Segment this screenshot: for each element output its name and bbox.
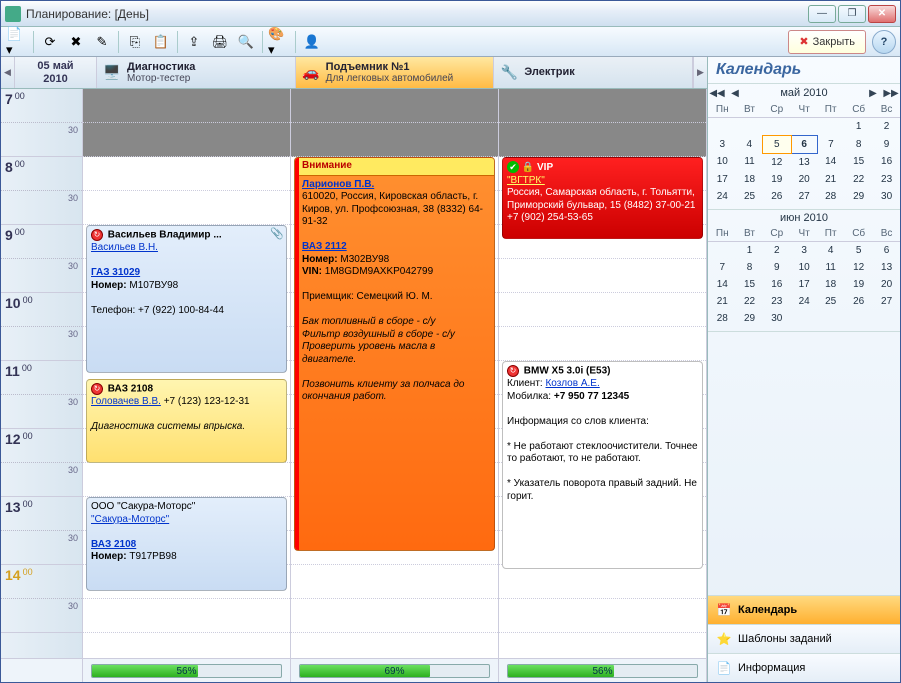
appointment-vaz2108[interactable]: ↻ ВАЗ 2108 Головачев В.В. +7 (123) 123-1… (86, 379, 287, 463)
print-button[interactable]: 🖨 (208, 30, 232, 54)
resource-header-lift[interactable]: 🚗 Подъемник №1Для легковых автомобилей (296, 57, 495, 88)
monitor-icon: 🖥️ (101, 62, 123, 84)
car-lift-icon: 🚗 (300, 62, 322, 84)
appointment-bmw[interactable]: ↻ BMW X5 3.0i (E53) Клиент: Козлов А.Е. … (502, 361, 703, 569)
date-header[interactable]: 05 май2010 (15, 57, 97, 88)
export-button[interactable]: ⇪ (182, 30, 206, 54)
color-dropdown[interactable]: 🎨▾ (267, 30, 291, 54)
close-label: Закрыть (813, 36, 855, 48)
appointment-vip[interactable]: ✔ 🔒 VIP "ВГТРК" Россия, Самарская област… (502, 157, 703, 239)
column-diagnostics[interactable]: 📎 ↻ Васильев Владимир ... Васильев В.Н. … (83, 89, 291, 658)
calendar-icon: 📅 (716, 602, 732, 618)
column-lift[interactable]: Внимание Ларионов П.В. 610020, Россия, К… (291, 89, 499, 658)
load-bar-lift: 69% (299, 664, 490, 678)
close-icon: ✖ (799, 35, 808, 48)
column-electric[interactable]: ✔ 🔒 VIP "ВГТРК" Россия, Самарская област… (499, 89, 707, 658)
calendar-grid-may[interactable]: ПнВтСрЧтПтСбВс12345678910111213141516171… (708, 102, 900, 205)
window-title: Планирование: [День] (26, 7, 808, 21)
load-bar-electric: 56% (507, 664, 698, 678)
minimize-button[interactable]: — (808, 5, 836, 23)
appointment-sakura[interactable]: ООО "Сакура-Моторс" "Сакура-Моторс" ВАЗ … (86, 497, 287, 591)
cal-next-month[interactable]: ▶ (866, 86, 880, 100)
preview-button[interactable]: 🔍 (234, 30, 258, 54)
resource-header-diagnostics[interactable]: 🖥️ ДиагностикаМотор-тестер (97, 57, 296, 88)
view-dropdown[interactable]: 📄▾ (5, 30, 29, 54)
scheduler: ◀ 05 май2010 🖥️ ДиагностикаМотор-тестер … (1, 57, 708, 682)
sidebar: Календарь ◀◀ ◀ май 2010 ▶ ▶▶ ПнВтСрЧтПтС… (708, 57, 900, 682)
sidebar-item-calendar[interactable]: 📅 Календарь (708, 595, 900, 624)
template-icon: ⭐ (716, 631, 732, 647)
maximize-button[interactable]: ❐ (838, 5, 866, 23)
refresh-button[interactable]: ⟳ (38, 30, 62, 54)
user-button[interactable]: 👤 (300, 30, 324, 54)
window-close-button[interactable]: ✕ (868, 5, 896, 23)
time-ruler: 70030 80030 90030 100030 110030 120030 1… (1, 89, 83, 658)
cal-next-year[interactable]: ▶▶ (884, 86, 898, 100)
status-icon: ↻ (91, 229, 103, 241)
edit-button[interactable]: ✎ (90, 30, 114, 54)
calendar-may: ◀◀ ◀ май 2010 ▶ ▶▶ ПнВтСрЧтПтСбВс1234567… (708, 84, 900, 210)
prev-date-button[interactable]: ◀ (1, 57, 15, 88)
cal-prev-month[interactable]: ◀ (728, 86, 742, 100)
calendar-jun: июн 2010 ПнВтСрЧтПтСбВс12345678910111213… (708, 210, 900, 332)
next-date-button[interactable]: ▶ (693, 57, 707, 88)
cal-month-label: июн 2010 (710, 212, 898, 224)
calendar-grid-jun[interactable]: ПнВтСрЧтПтСбВс12345678910111213141516171… (708, 226, 900, 327)
appointment-vasilev[interactable]: 📎 ↻ Васильев Владимир ... Васильев В.Н. … (86, 225, 287, 373)
cal-month-label: май 2010 (746, 87, 862, 99)
sidebar-item-templates[interactable]: ⭐ Шаблоны заданий (708, 624, 900, 653)
copy-button[interactable]: ⎘ (123, 30, 147, 54)
titlebar: Планирование: [День] — ❐ ✕ (1, 1, 900, 27)
close-button[interactable]: ✖ Закрыть (788, 30, 866, 54)
status-icon: ↻ (507, 365, 519, 377)
check-icon: ✔ (507, 161, 519, 173)
attachment-icon: 📎 (270, 228, 284, 242)
toolbar: 📄▾ ⟳ ✖ ✎ ⎘ 📋 ⇪ 🖨 🔍 🎨▾ 👤 ✖ Закрыть ? (1, 27, 900, 57)
status-icon: ↻ (91, 383, 103, 395)
paste-button[interactable]: 📋 (149, 30, 173, 54)
load-bar-diagnostics: 56% (91, 664, 282, 678)
scheduler-header: ◀ 05 май2010 🖥️ ДиагностикаМотор-тестер … (1, 57, 707, 89)
app-window: Планирование: [День] — ❐ ✕ 📄▾ ⟳ ✖ ✎ ⎘ 📋 … (0, 0, 901, 683)
sidebar-item-info[interactable]: 📄 Информация (708, 653, 900, 682)
app-icon (5, 6, 21, 22)
lock-icon: 🔒 (522, 162, 534, 173)
delete-button[interactable]: ✖ (64, 30, 88, 54)
cal-prev-year[interactable]: ◀◀ (710, 86, 724, 100)
info-icon: 📄 (716, 660, 732, 676)
appointment-larionov[interactable]: Внимание Ларионов П.В. 610020, Россия, К… (294, 157, 495, 551)
wrench-icon: 🔧 (498, 62, 520, 84)
sidebar-title: Календарь (708, 57, 900, 84)
resource-header-electric[interactable]: 🔧 Электрик (494, 57, 693, 88)
load-footer: 56% 69% 56% (1, 658, 707, 682)
help-button[interactable]: ? (872, 30, 896, 54)
